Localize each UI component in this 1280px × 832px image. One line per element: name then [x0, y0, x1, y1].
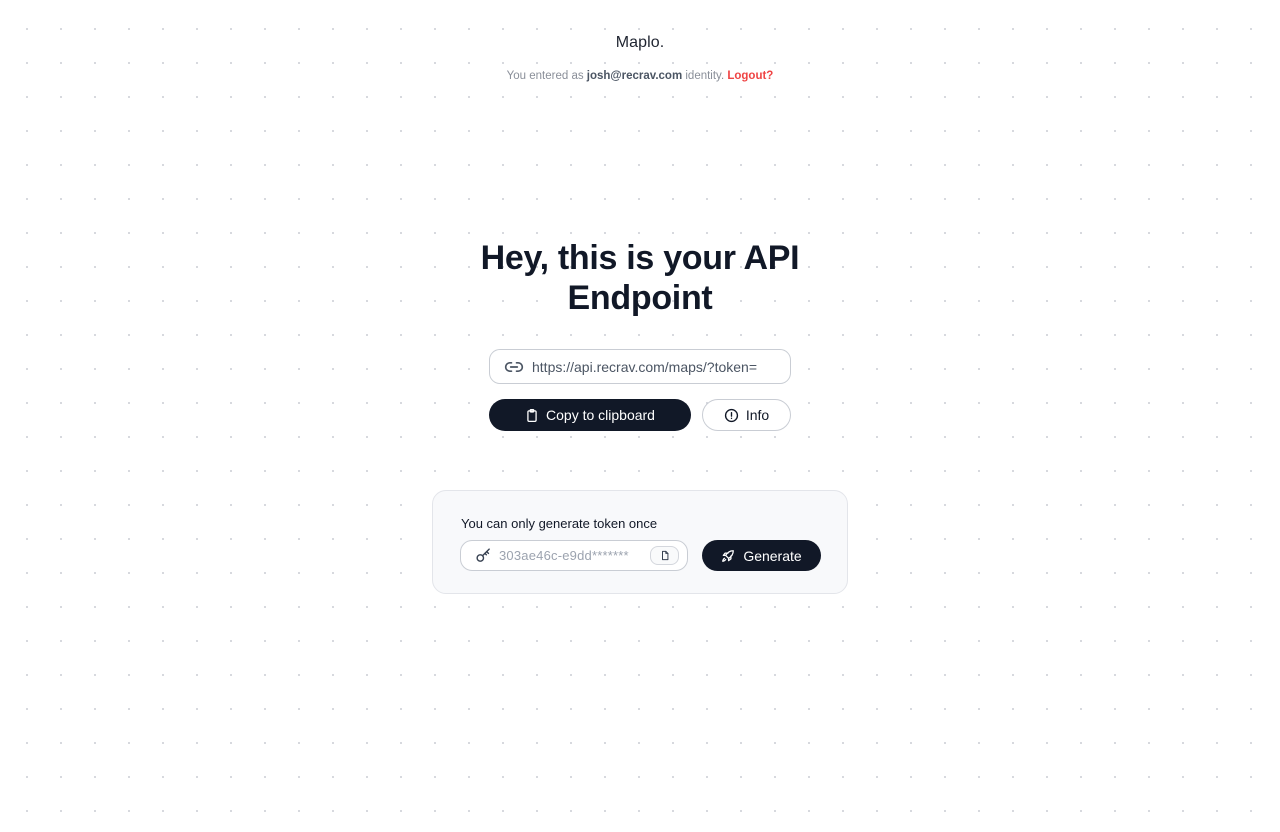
endpoint-url-text: https://api.recrav.com/maps/?token= [532, 358, 758, 375]
generate-label: Generate [743, 547, 802, 564]
token-card: You can only generate token once 303ae46… [432, 490, 848, 594]
page-title: Hey, this is your API Endpoint [0, 238, 1280, 318]
brand-logo[interactable]: Maplo. [0, 34, 1280, 52]
token-notice: You can only generate token once [461, 516, 658, 531]
info-icon [724, 408, 739, 423]
generate-button[interactable]: Generate [702, 540, 821, 571]
key-icon [475, 547, 492, 564]
identity-email: josh@recrav.com [586, 70, 683, 82]
page-title-line-1: Hey, this is your API [480, 239, 800, 277]
token-field[interactable]: 303ae46c-e9dd******* [460, 540, 688, 571]
endpoint-url-field[interactable]: https://api.recrav.com/maps/?token= [489, 349, 791, 384]
copy-to-clipboard-button[interactable]: Copy to clipboard [489, 399, 691, 431]
info-button[interactable]: Info [702, 399, 791, 431]
page: Maplo. You entered as josh@recrav.com id… [0, 0, 1280, 832]
token-value: 303ae46c-e9dd******* [499, 548, 629, 563]
identity-suffix: identity. [685, 70, 725, 82]
link-icon [504, 357, 524, 377]
rocket-icon [721, 549, 735, 563]
copy-icon [660, 550, 670, 561]
copy-token-button[interactable] [650, 546, 679, 565]
identity-line: You entered as josh@recrav.com identity.… [0, 70, 1280, 82]
copy-to-clipboard-label: Copy to clipboard [546, 407, 655, 423]
logout-link[interactable]: Logout? [727, 70, 773, 82]
page-title-line-2: Endpoint [567, 279, 713, 317]
identity-prefix: You entered as [506, 70, 584, 82]
info-label: Info [745, 407, 770, 423]
clipboard-icon [525, 408, 539, 423]
